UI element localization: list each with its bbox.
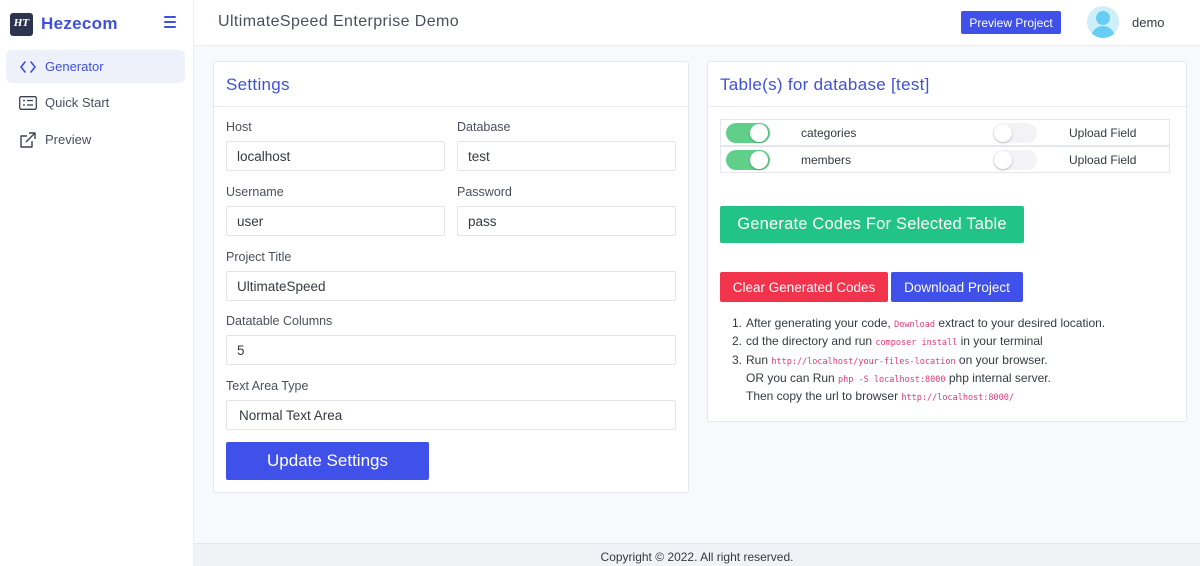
- tables-title: Table(s) for database [test]: [720, 75, 930, 94]
- sidebar-item-label: Generator: [45, 59, 104, 74]
- username-input[interactable]: [226, 206, 445, 236]
- upload-field-toggle[interactable]: [993, 123, 1037, 143]
- list-icon: [18, 94, 38, 112]
- select-table-toggle[interactable]: [726, 123, 770, 143]
- brand[interactable]: HT Hezecom: [10, 11, 190, 37]
- instruction-item: 2. cd the directory and run composer inst…: [732, 334, 1043, 349]
- code-snippet: http://localhost:8000/: [901, 393, 1015, 404]
- sidebar-item-label: Preview: [45, 132, 92, 147]
- datatable-columns-input[interactable]: [226, 335, 676, 365]
- clear-generated-codes-button[interactable]: Clear Generated Codes: [720, 272, 888, 302]
- instruction-item: 3. Run http://localhost/your-files-locati…: [732, 352, 1048, 367]
- generate-codes-button[interactable]: Generate Codes For Selected Table: [720, 206, 1024, 243]
- database-input[interactable]: [457, 141, 676, 171]
- code-snippet: php -S localhost:8000: [838, 374, 946, 385]
- text-area-type-label: Text Area Type: [226, 379, 309, 393]
- code-icon: [18, 58, 38, 76]
- tables-card: Table(s) for database [test] categories …: [707, 61, 1187, 422]
- settings-card: Settings Host Database Username Password…: [213, 61, 689, 493]
- select-table-toggle[interactable]: [726, 150, 770, 170]
- username-label: Username: [226, 185, 284, 199]
- code-snippet: Download: [894, 320, 936, 330]
- external-link-icon: [18, 131, 38, 149]
- upload-field-label: Upload Field: [1069, 126, 1137, 140]
- brand-logo: HT: [10, 12, 33, 36]
- host-input[interactable]: [226, 141, 445, 171]
- host-label: Host: [226, 120, 252, 134]
- upload-field-label: Upload Field: [1069, 153, 1137, 167]
- code-snippet: composer install: [875, 338, 958, 349]
- project-title-input[interactable]: [226, 271, 676, 301]
- top-bar: UltimateSpeed Enterprise Demo Preview Pr…: [194, 0, 1200, 46]
- download-project-button[interactable]: Download Project: [891, 272, 1023, 302]
- preview-project-button[interactable]: Preview Project: [961, 11, 1061, 34]
- sidebar-item-label: Quick Start: [45, 95, 110, 110]
- avatar[interactable]: [1087, 6, 1119, 38]
- text-area-type-select[interactable]: Normal Text Area: [226, 400, 676, 430]
- table-name: categories: [801, 126, 857, 140]
- instruction-item: Then copy the url to browser http://loca…: [746, 389, 1015, 404]
- sidebar-item-generator[interactable]: Generator: [6, 50, 185, 83]
- instruction-item: OR you can Run php -S localhost:8000 php…: [746, 370, 1051, 385]
- database-label: Database: [457, 120, 511, 134]
- table-row: categories Upload Field: [720, 119, 1170, 146]
- sidebar-item-preview[interactable]: Preview: [6, 123, 185, 156]
- upload-field-toggle[interactable]: [993, 150, 1037, 170]
- table-row: members Upload Field: [720, 146, 1170, 173]
- update-settings-button[interactable]: Update Settings: [226, 442, 429, 480]
- password-label: Password: [457, 185, 512, 199]
- code-snippet: http://localhost/your-files-location: [771, 356, 956, 367]
- password-input[interactable]: [457, 206, 676, 236]
- menu-toggle-icon[interactable]: [164, 12, 180, 32]
- settings-title: Settings: [226, 75, 290, 94]
- table-name: members: [801, 153, 852, 167]
- instructions-list: 1. After generating your code, Download e…: [732, 315, 1105, 406]
- page-title: UltimateSpeed Enterprise Demo: [218, 13, 460, 30]
- user-name[interactable]: demo: [1132, 15, 1165, 30]
- datatable-columns-label: Datatable Columns: [226, 314, 333, 328]
- sidebar-item-quick-start[interactable]: Quick Start: [6, 86, 185, 119]
- footer: Copyright © 2022. All right reserved.: [194, 543, 1200, 566]
- project-title-label: Project Title: [226, 250, 292, 264]
- instruction-item: 1. After generating your code, Download e…: [732, 316, 1106, 330]
- brand-name: Hezecom: [41, 14, 118, 33]
- sidebar: HT Hezecom Generator Quick Start Preview: [0, 0, 194, 566]
